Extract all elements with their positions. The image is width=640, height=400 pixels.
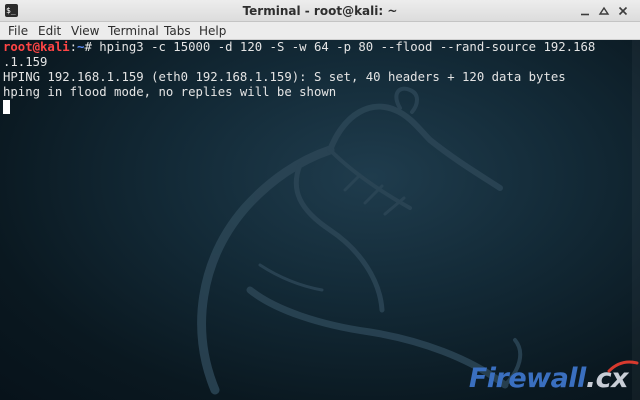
command-text: hping3 -c 15000 -d 120 -S -w 64 -p 80 --… (99, 40, 596, 54)
menu-file[interactable]: File (8, 22, 28, 40)
output-line-1: HPING 192.168.1.159 (eth0 192.168.1.159)… (3, 70, 566, 84)
menu-view[interactable]: View (71, 22, 99, 40)
prompt-separator: : (69, 40, 78, 54)
text-cursor (3, 100, 10, 114)
prompt-user: root@kali (3, 40, 70, 54)
prompt-symbol: # (84, 40, 100, 54)
command-text-wrap: .1.159 (3, 55, 48, 69)
window-titlebar[interactable]: $_ Terminal - root@kali: ~ (0, 0, 640, 22)
menu-terminal[interactable]: Terminal (108, 22, 159, 40)
close-icon[interactable] (617, 5, 629, 17)
maximize-icon[interactable] (598, 5, 610, 17)
minimize-icon[interactable] (579, 5, 591, 17)
terminal-scrollbar[interactable] (632, 40, 640, 400)
menu-tabs[interactable]: Tabs (164, 22, 191, 40)
window-title: Terminal - root@kali: ~ (242, 4, 398, 18)
menu-help[interactable]: Help (199, 22, 226, 40)
menu-edit[interactable]: Edit (38, 22, 61, 40)
logo-brand: Firewall (468, 363, 587, 394)
terminal-output: root@kali:~# hping3 -c 15000 -d 120 -S -… (3, 40, 635, 115)
terminal-area[interactable]: root@kali:~# hping3 -c 15000 -d 120 -S -… (0, 40, 640, 400)
firewall-cx-logo: Firewall.cx (468, 360, 639, 394)
swoosh-icon (607, 360, 639, 373)
output-line-2: hping in flood mode, no replies will be … (3, 85, 337, 99)
menu-bar: File Edit View Terminal Tabs Help (0, 22, 640, 40)
